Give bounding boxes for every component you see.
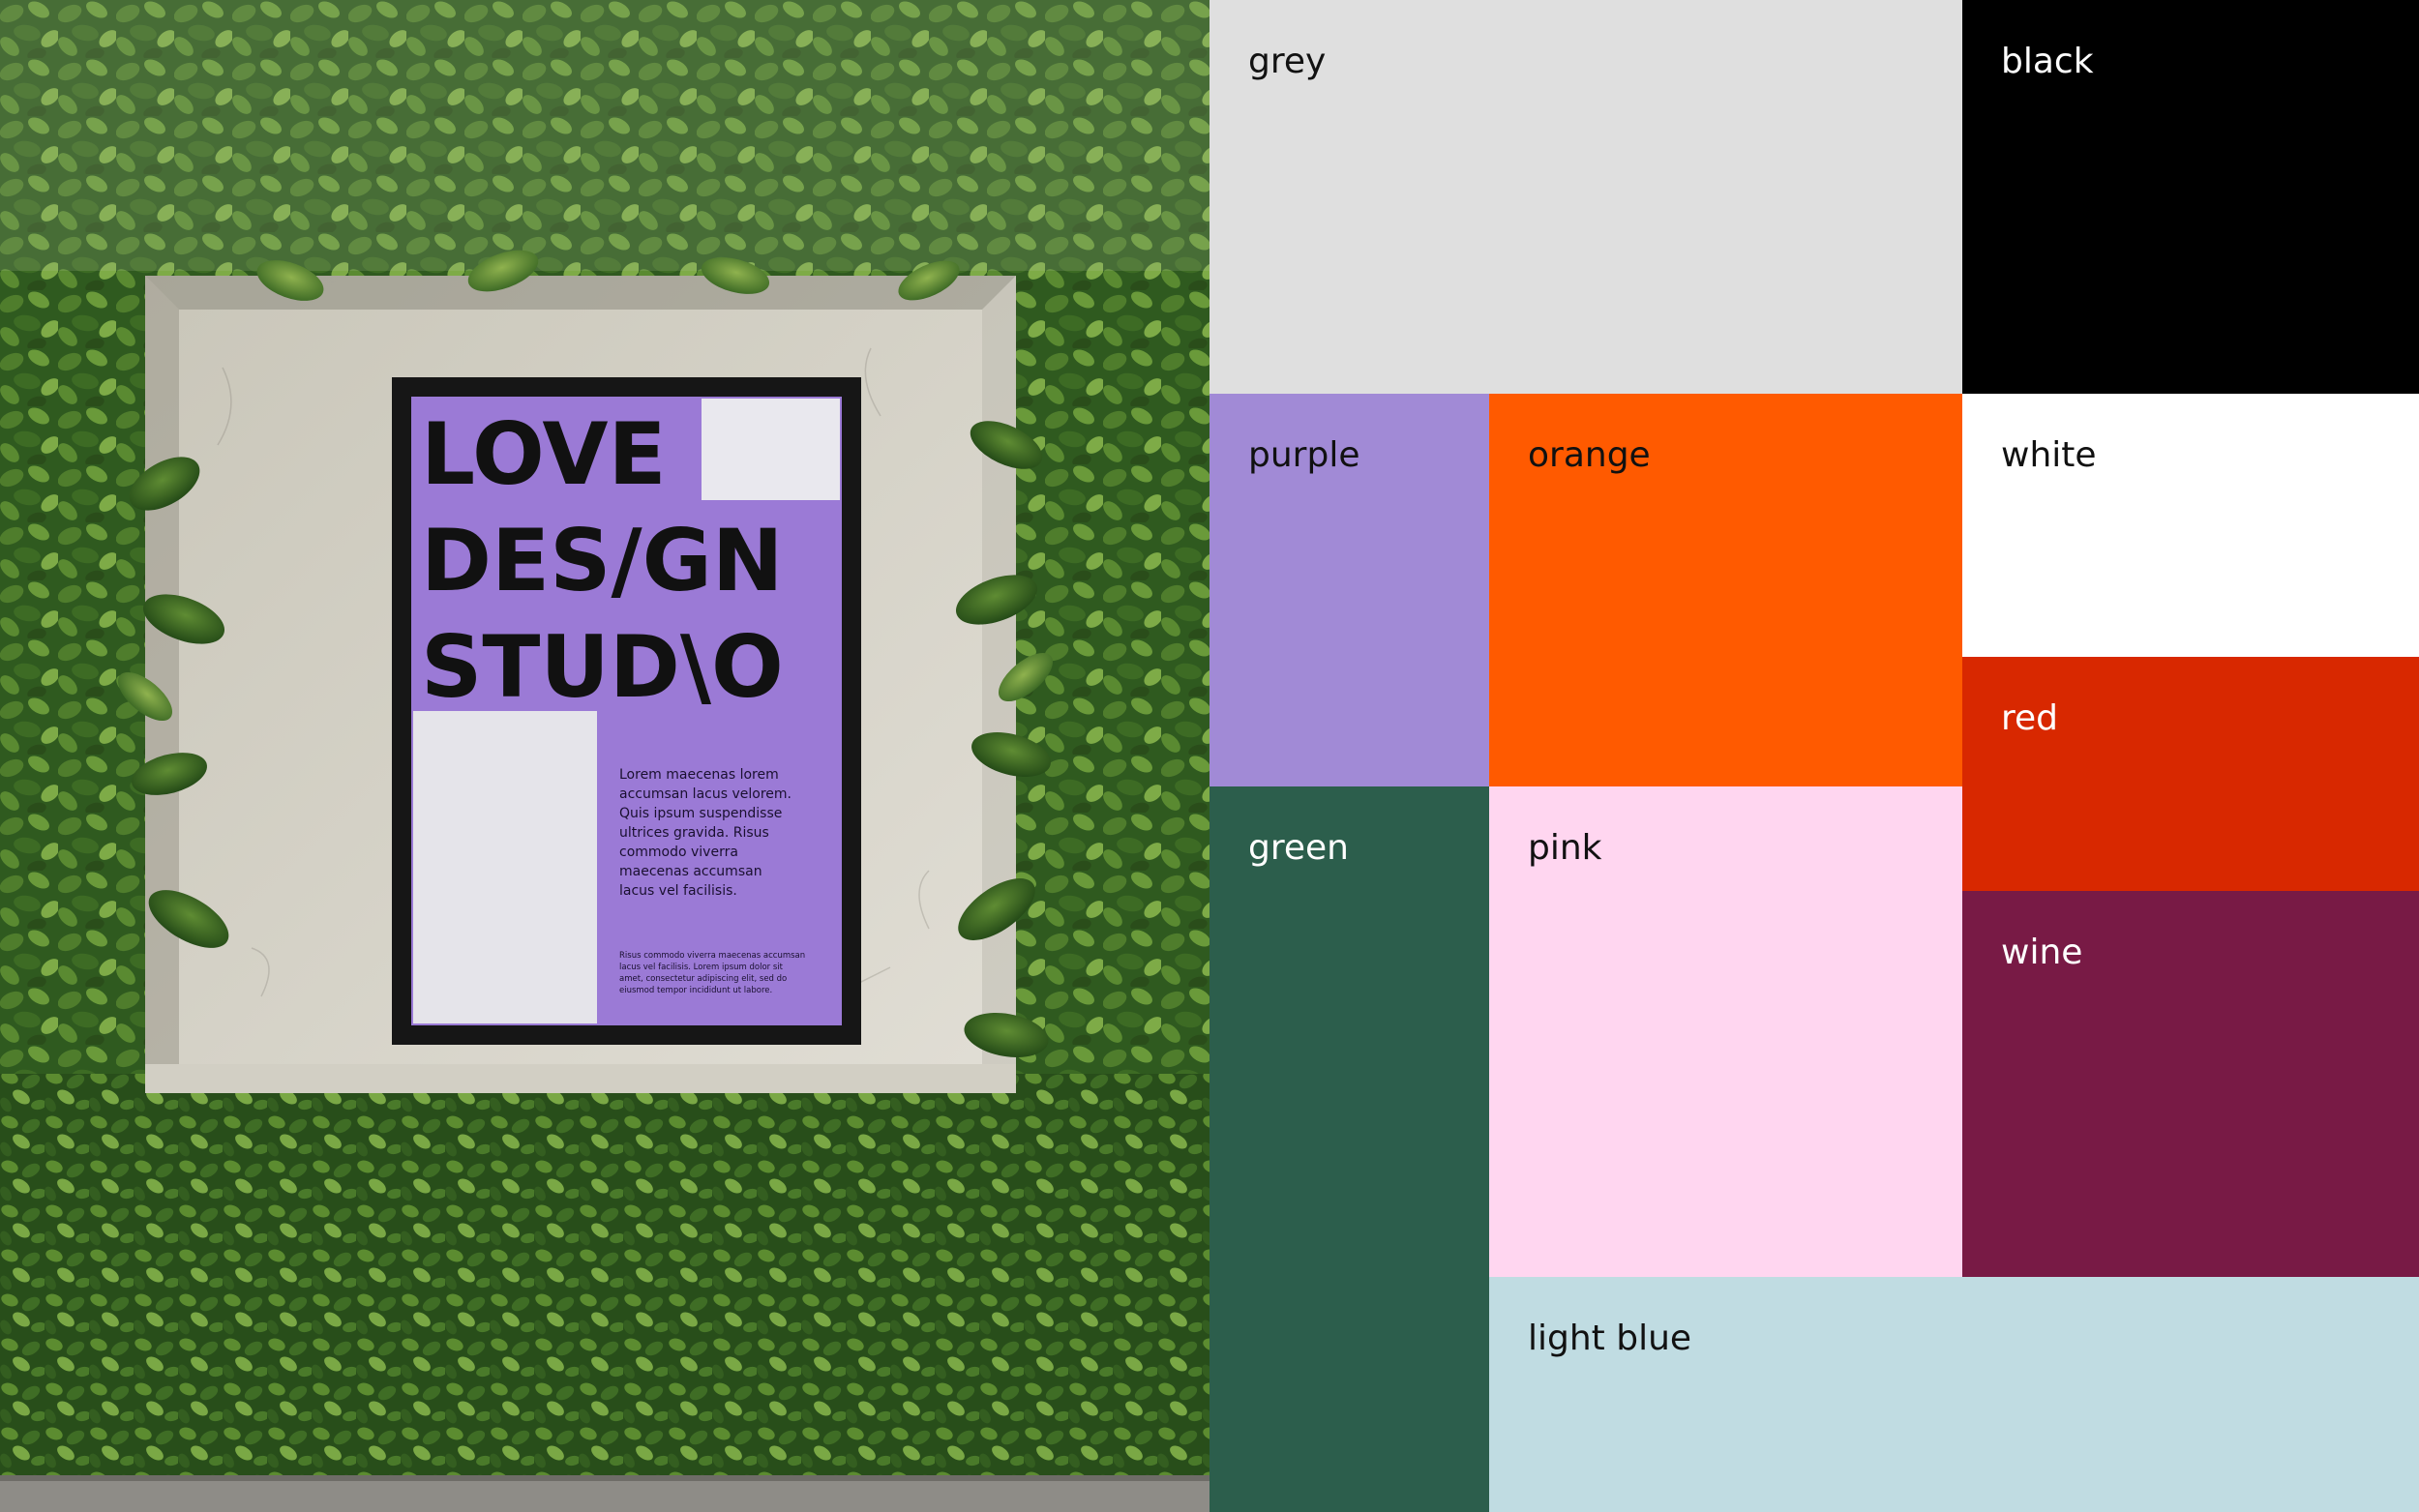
- poster-footer-line-3: amet, consectetur adipiscing elit, sed d…: [619, 974, 787, 984]
- brand-color-board: LOVE DES/GN STUD\O Lorem maecenas lorem …: [0, 0, 2419, 1512]
- swatch-white: white: [1962, 394, 2419, 657]
- poster-body-line-4: ultrices gravida. Risus: [619, 825, 769, 841]
- swatch-grey: grey: [1210, 0, 1962, 394]
- poster-body-line-5: commodo viverra: [619, 845, 738, 860]
- poster-body-line-2: accumsan lacus velorem.: [619, 786, 791, 802]
- swatch-label-purple: purple: [1248, 435, 1360, 475]
- poster-headline-line-1: LOVE: [421, 404, 667, 504]
- poster-footer-line-2: lacus vel facilisis. Lorem ipsum dolor s…: [619, 963, 784, 972]
- swatch-label-white: white: [2001, 435, 2097, 475]
- poster-footer-line-4: eiusmod tempor incididunt ut labore.: [619, 986, 772, 995]
- poster-mockup-photo: LOVE DES/GN STUD\O Lorem maecenas lorem …: [0, 0, 1210, 1512]
- swatch-label-grey: grey: [1248, 42, 1327, 81]
- poster-body-line-1: Lorem maecenas lorem: [619, 767, 779, 783]
- swatch-label-light-blue: light blue: [1528, 1319, 1692, 1358]
- swatch-label-red: red: [2001, 698, 2059, 738]
- swatch-orange: orange: [1489, 394, 1962, 786]
- swatch-label-black: black: [2001, 42, 2094, 81]
- poster-headline-line-3: STUD\O: [421, 617, 784, 717]
- swatch-pink: pink: [1489, 786, 1962, 1277]
- poster-footer-line-1: Risus commodo viverra maecenas accumsan: [619, 951, 805, 961]
- swatch-black: black: [1962, 0, 2419, 394]
- poster-body-line-3: Quis ipsum suspendisse: [619, 806, 782, 821]
- swatch-red: red: [1962, 657, 2419, 891]
- poster-body-line-7: lacus vel facilisis.: [619, 883, 737, 899]
- swatch-label-orange: orange: [1528, 435, 1651, 475]
- swatch-light-blue: light blue: [1489, 1277, 2419, 1512]
- swatch-wine: wine: [1962, 891, 2419, 1277]
- poster-body-line-6: maecenas accumsan: [619, 864, 762, 879]
- poster-headline-line-2: DES/GN: [421, 511, 784, 610]
- swatch-label-pink: pink: [1528, 828, 1602, 868]
- swatch-green: green: [1210, 786, 1489, 1512]
- swatch-label-green: green: [1248, 828, 1349, 868]
- swatch-label-wine: wine: [2001, 933, 2083, 972]
- swatch-purple: purple: [1210, 394, 1489, 786]
